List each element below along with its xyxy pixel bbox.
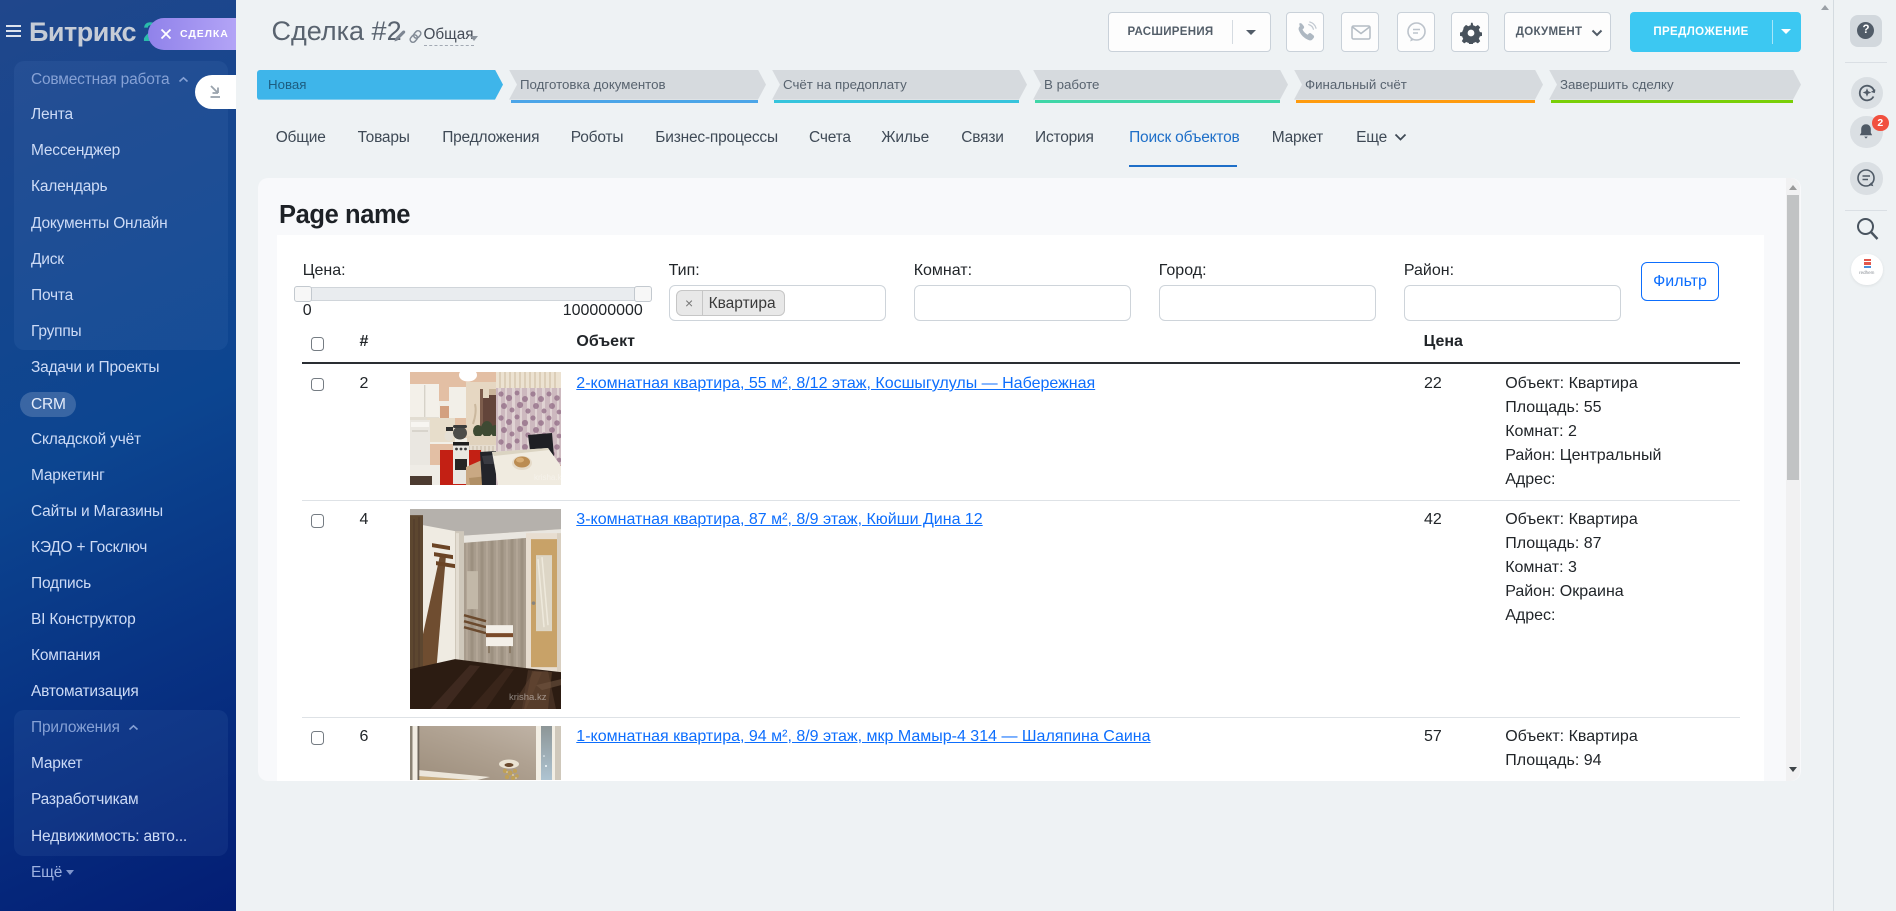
svg-text:krisha.kz: krisha.kz (509, 692, 547, 703)
svg-text:krisha.kz: krisha.kz (534, 473, 561, 482)
